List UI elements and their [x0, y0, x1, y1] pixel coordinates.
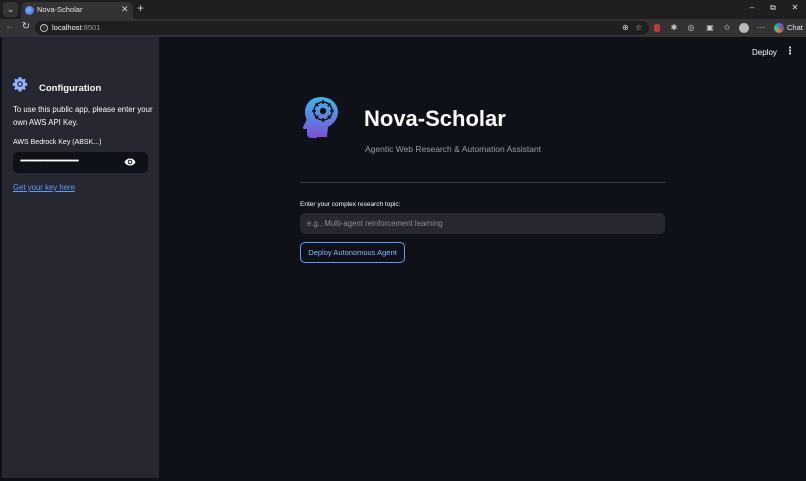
url-text: localhost:8501: [52, 23, 101, 32]
divider: [300, 182, 665, 183]
address-bar[interactable]: i localhost:8501 ⊕ ☆: [35, 21, 649, 35]
main-content: Deploy ⋮ Nova-Scholar Agentic Web Resear…: [159, 37, 804, 478]
profile-avatar-icon[interactable]: [739, 23, 749, 33]
main-menu-icon[interactable]: ⋮: [785, 46, 795, 57]
site-info-icon[interactable]: i: [40, 24, 48, 32]
get-key-link[interactable]: Get your key here: [13, 183, 75, 192]
sidebar-title: Configuration: [39, 83, 102, 94]
research-topic-label: Enter your complex research topic:: [300, 201, 401, 208]
tab-strip: ⌄ Nova-Scholar ✕ + – ⧉ ✕: [0, 0, 806, 19]
tab-title: Nova-Scholar: [37, 5, 83, 14]
back-icon[interactable]: ←: [3, 21, 17, 32]
extension-icon[interactable]: [654, 24, 660, 32]
extensions-puzzle-icon[interactable]: ✱: [669, 23, 679, 33]
split-screen-icon[interactable]: ▣: [705, 23, 715, 33]
sidebar-description: To use this public app, please enter you…: [13, 105, 153, 127]
favorites-icon[interactable]: ✩: [722, 23, 732, 33]
sidebar: Configuration To use this public app, pl…: [2, 37, 159, 478]
brain-logo-icon: [302, 97, 338, 138]
gear-icon: [12, 77, 28, 92]
browser-toolbar: ← ↻ i localhost:8501 ⊕ ☆ ✱ ◎ ▣ ✩ ⋯ Chat: [0, 19, 806, 37]
zoom-icon[interactable]: ⊕: [622, 23, 629, 32]
chat-label[interactable]: Chat: [787, 23, 803, 32]
close-window-button[interactable]: ✕: [788, 3, 802, 12]
reload-icon[interactable]: ↻: [19, 21, 33, 32]
api-key-value[interactable]: ••••••••••••••••••••••••••••••••••••••••: [20, 158, 120, 165]
api-key-label: AWS Bedrock Key (ABSK...): [13, 139, 102, 146]
favicon-icon: [25, 6, 34, 15]
deploy-button[interactable]: Deploy: [752, 48, 777, 57]
more-options-icon[interactable]: ⋯: [756, 23, 766, 33]
deploy-agent-button[interactable]: Deploy Autonomous Agent: [300, 242, 405, 263]
research-topic-input[interactable]: [300, 213, 665, 234]
tab-close-icon[interactable]: ✕: [121, 4, 129, 15]
tab-search-button[interactable]: ⌄: [3, 2, 18, 17]
restore-button[interactable]: ⧉: [766, 3, 780, 13]
favorite-star-icon[interactable]: ☆: [635, 23, 642, 32]
app-viewport: Configuration To use this public app, pl…: [2, 37, 804, 478]
browser-tab[interactable]: Nova-Scholar ✕: [21, 2, 133, 19]
minimize-button[interactable]: –: [745, 3, 759, 12]
api-key-input[interactable]: ••••••••••••••••••••••••••••••••••••••••: [13, 152, 148, 173]
copilot-icon[interactable]: [774, 23, 784, 33]
page-title: Nova-Scholar: [364, 106, 506, 131]
browser-essentials-icon[interactable]: ◎: [686, 23, 696, 33]
page-subtitle: Agentic Web Research & Automation Assist…: [365, 144, 542, 154]
new-tab-button[interactable]: +: [137, 1, 144, 15]
show-password-eye-icon[interactable]: [124, 157, 136, 167]
